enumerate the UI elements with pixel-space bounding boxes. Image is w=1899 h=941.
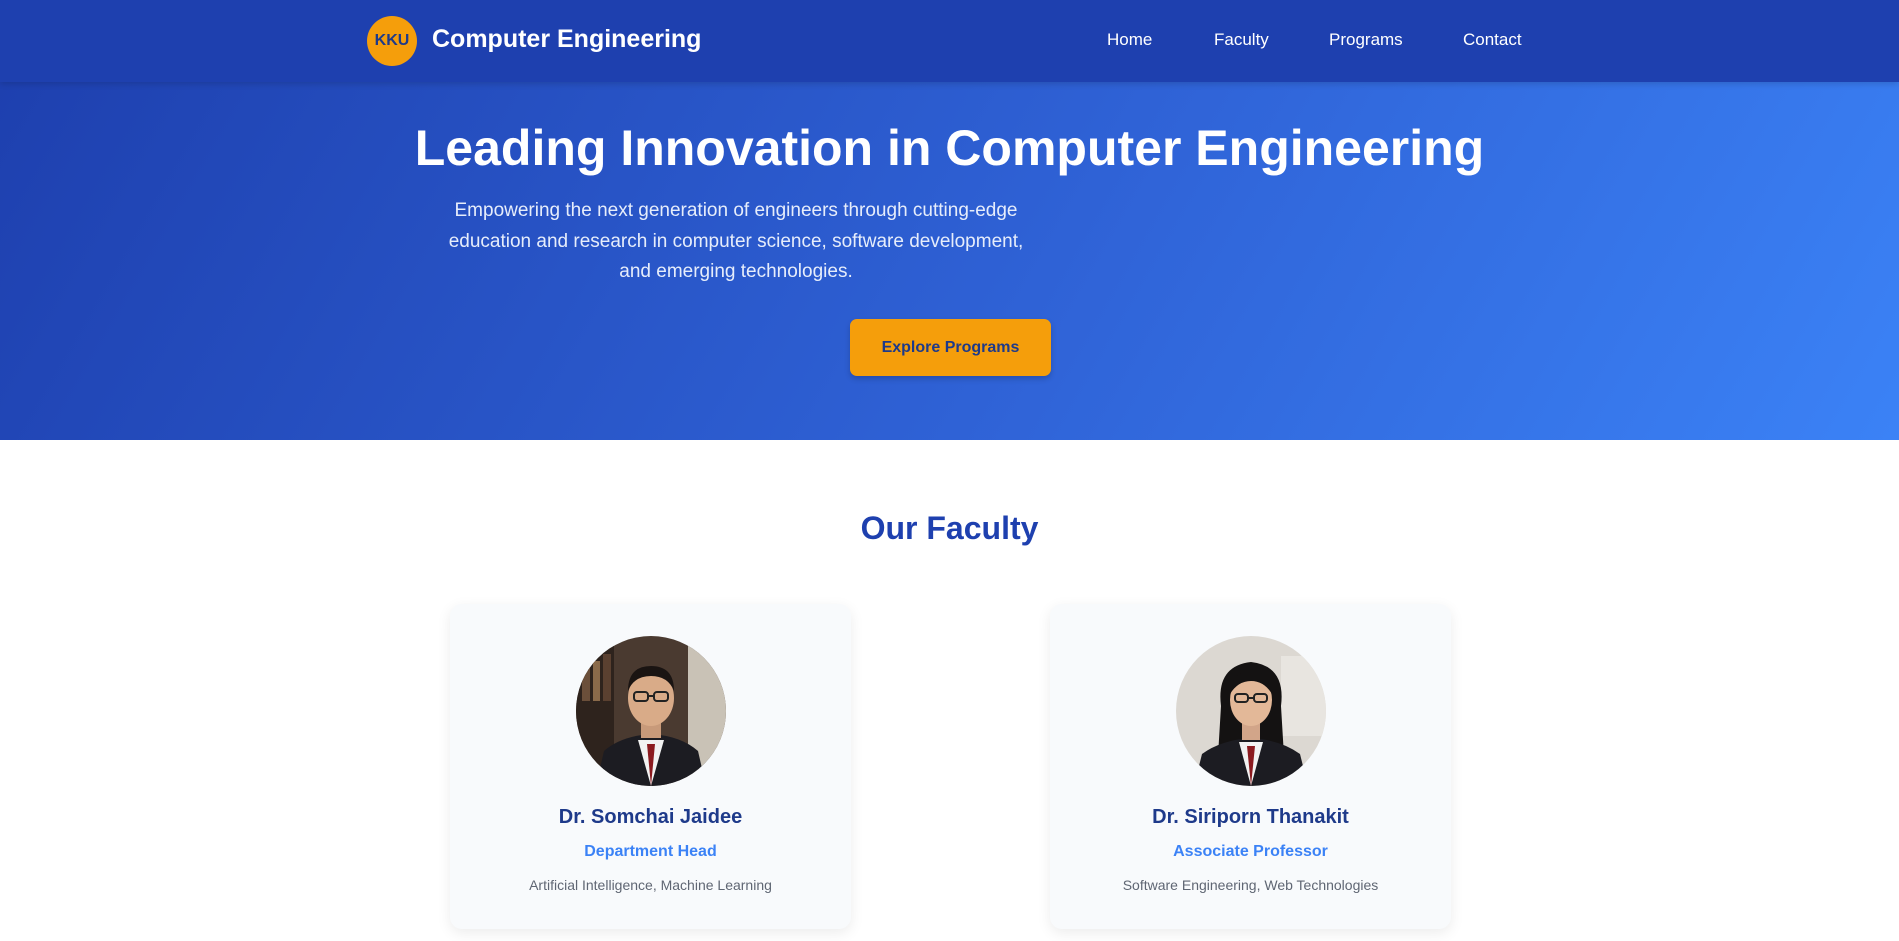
- nav-link-faculty[interactable]: Faculty: [1214, 30, 1269, 50]
- faculty-photo-man: [576, 636, 726, 786]
- top-navbar: KKU Computer Engineering Home Faculty Pr…: [0, 0, 1899, 82]
- faculty-card[interactable]: Dr. Siriporn Thanakit Associate Professo…: [1050, 604, 1451, 929]
- faculty-research-areas: Artificial Intelligence, Machine Learnin…: [529, 877, 772, 893]
- faculty-card[interactable]: Dr. Somchai Jaidee Department Head Artif…: [450, 604, 851, 929]
- faculty-section-title: Our Faculty: [860, 510, 1039, 546]
- hero-subtitle: Empowering the next generation of engine…: [448, 200, 1024, 282]
- kku-logo[interactable]: KKU: [367, 16, 417, 66]
- faculty-role: Associate Professor: [1173, 843, 1328, 860]
- faculty-research-areas: Software Engineering, Web Technologies: [1122, 877, 1379, 893]
- faculty-photo-woman: [1176, 636, 1326, 786]
- faculty-name: Dr. Somchai Jaidee: [558, 806, 743, 828]
- explore-programs-button[interactable]: Explore Programs: [850, 319, 1051, 376]
- faculty-role: Department Head: [584, 843, 717, 860]
- hero-title: Leading Innovation in Computer Engineeri…: [414, 120, 1485, 176]
- site-title[interactable]: Computer Engineering: [432, 25, 701, 54]
- nav-link-contact[interactable]: Contact: [1463, 30, 1522, 50]
- nav-link-programs[interactable]: Programs: [1329, 30, 1403, 50]
- nav-link-home[interactable]: Home: [1107, 30, 1152, 50]
- faculty-name: Dr. Siriporn Thanakit: [1152, 806, 1349, 828]
